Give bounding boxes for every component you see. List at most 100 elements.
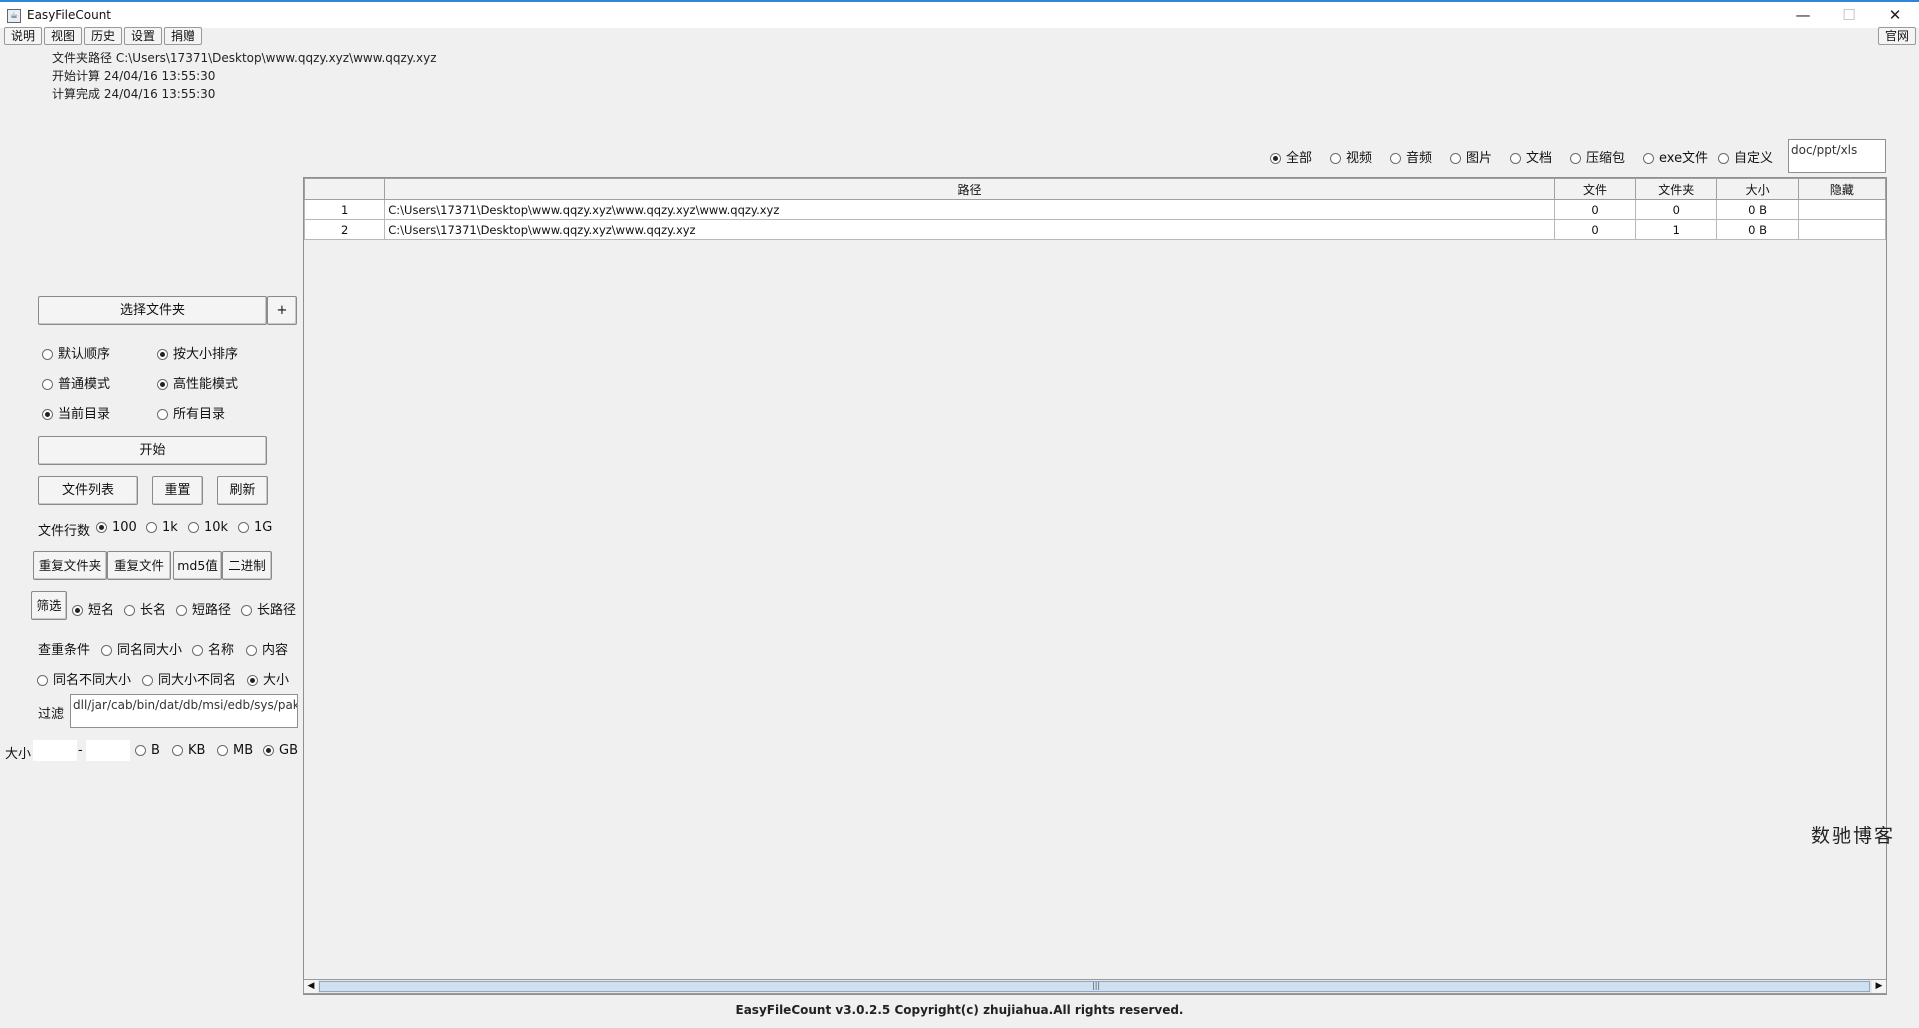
menu-view[interactable]: 视图: [44, 27, 82, 45]
radio-icon: [188, 522, 199, 533]
row-folders: 0: [1635, 199, 1718, 220]
menu-settings[interactable]: 设置: [124, 27, 162, 45]
radio-icon: [176, 605, 187, 616]
folder-path-text: 文件夹路径 C:\Users\17371\Desktop\www.qqzy.xy…: [52, 51, 437, 65]
md5-button[interactable]: md5值: [173, 551, 222, 580]
type-custom-option[interactable]: 自定义: [1718, 147, 1773, 166]
radio-icon: [192, 645, 203, 656]
radio-icon: [157, 349, 168, 360]
dir-current-option[interactable]: 当前目录: [42, 403, 110, 422]
radio-icon: [42, 409, 53, 420]
horizontal-scrollbar[interactable]: ◀ ||| ▶: [303, 979, 1887, 994]
row-path: C:\Users\17371\Desktop\www.qqzy.xyz\www.…: [384, 219, 1555, 240]
sort-default-option[interactable]: 默认顺序: [42, 343, 110, 362]
radio-icon: [142, 675, 153, 686]
table-row[interactable]: 1 C:\Users\17371\Desktop\www.qqzy.xyz\ww…: [303, 199, 1887, 220]
reset-button[interactable]: 重置: [152, 476, 203, 505]
window-title: EasyFileCount: [27, 8, 112, 22]
same-size-diff-name-option[interactable]: 同大小不同名: [142, 669, 236, 688]
short-path-option[interactable]: 短路径: [176, 599, 231, 618]
radio-icon: [217, 745, 228, 756]
table-header-row: 路径 文件 文件夹 大小 隐藏: [303, 178, 1887, 200]
type-archive-option[interactable]: 压缩包: [1570, 147, 1625, 166]
table-row[interactable]: 2 C:\Users\17371\Desktop\www.qqzy.xyz\ww…: [303, 219, 1887, 240]
row-files: 0: [1553, 219, 1637, 240]
unit-b-option[interactable]: B: [135, 743, 160, 758]
column-header-hidden[interactable]: 隐藏: [1797, 178, 1887, 200]
close-button[interactable]: ✕: [1872, 2, 1918, 28]
type-doc-option[interactable]: 文档: [1510, 147, 1552, 166]
custom-type-input[interactable]: doc/ppt/xls: [1788, 139, 1886, 173]
minimize-button[interactable]: —: [1780, 2, 1826, 28]
name-long-option[interactable]: 长名: [124, 599, 166, 618]
file-list-button[interactable]: 文件列表: [38, 476, 138, 505]
same-name-same-size-option[interactable]: 同名同大小: [101, 639, 182, 658]
maximize-button[interactable]: ☐: [1826, 2, 1872, 28]
filter-extensions-input[interactable]: dll/jar/cab/bin/dat/db/msi/edb/sys/pak/j…: [70, 694, 298, 728]
column-header-path[interactable]: 路径: [384, 178, 1555, 200]
radio-icon: [157, 409, 168, 420]
type-all-option[interactable]: 全部: [1270, 147, 1312, 166]
row-hidden: [1797, 199, 1887, 220]
name-option[interactable]: 名称: [192, 639, 234, 658]
start-button[interactable]: 开始: [38, 436, 267, 465]
size-separator: -: [78, 743, 83, 758]
scroll-right-icon[interactable]: ▶: [1872, 980, 1886, 993]
refresh-button[interactable]: 刷新: [217, 476, 268, 505]
radio-icon: [247, 675, 258, 686]
row-index: 2: [303, 219, 386, 240]
select-folder-button[interactable]: 选择文件夹: [38, 296, 267, 325]
radio-icon: [72, 605, 83, 616]
long-path-option[interactable]: 长路径: [241, 599, 296, 618]
content-option[interactable]: 内容: [246, 639, 288, 658]
name-short-option[interactable]: 短名: [72, 599, 114, 618]
radio-icon: [1570, 153, 1581, 164]
add-folder-button[interactable]: +: [267, 296, 297, 325]
duplicate-folders-button[interactable]: 重复文件夹: [33, 551, 107, 580]
type-exe-option[interactable]: exe文件: [1643, 147, 1708, 166]
watermark-text: 数驰博客: [1811, 825, 1896, 847]
row-size: 0 B: [1716, 219, 1799, 240]
size-option[interactable]: 大小: [247, 669, 289, 688]
file-rows-label: 文件行数: [38, 524, 91, 539]
grip-icon: |||: [1092, 981, 1101, 990]
rows-1g-option[interactable]: 1G: [238, 520, 272, 535]
column-header-files[interactable]: 文件: [1553, 178, 1637, 200]
unit-gb-option[interactable]: GB: [263, 743, 298, 758]
column-header-folders[interactable]: 文件夹: [1635, 178, 1718, 200]
unit-kb-option[interactable]: KB: [172, 743, 205, 758]
type-image-option[interactable]: 图片: [1450, 147, 1492, 166]
rows-1k-option[interactable]: 1k: [146, 520, 178, 535]
mode-normal-option[interactable]: 普通模式: [42, 373, 110, 392]
scroll-left-icon[interactable]: ◀: [304, 980, 318, 993]
menu-history[interactable]: 历史: [84, 27, 122, 45]
radio-icon: [1718, 153, 1729, 164]
dir-all-option[interactable]: 所有目录: [157, 403, 225, 422]
same-name-diff-size-option[interactable]: 同名不同大小: [37, 669, 131, 688]
column-header-size[interactable]: 大小: [1716, 178, 1799, 200]
column-header-index[interactable]: [303, 178, 386, 200]
duplicate-files-button[interactable]: 重复文件: [107, 551, 171, 580]
title-bar: ☕ EasyFileCount — ☐ ✕: [0, 0, 1919, 28]
type-audio-option[interactable]: 音频: [1390, 147, 1432, 166]
menu-donate[interactable]: 捐赠: [164, 27, 202, 45]
radio-icon: [42, 349, 53, 360]
unit-mb-option[interactable]: MB: [217, 743, 253, 758]
rows-10k-option[interactable]: 10k: [188, 520, 228, 535]
type-video-option[interactable]: 视频: [1330, 147, 1372, 166]
size-min-input[interactable]: [33, 740, 77, 761]
rows-100-option[interactable]: 100: [96, 520, 137, 535]
official-site-button[interactable]: 官网: [1878, 27, 1916, 45]
filter-label: 过滤: [38, 707, 65, 722]
size-max-input[interactable]: [86, 740, 130, 761]
results-table: 路径 文件 文件夹 大小 隐藏 1 C:\Users\17371\Desktop…: [303, 178, 1887, 240]
radio-icon: [135, 745, 146, 756]
mode-high-performance-option[interactable]: 高性能模式: [157, 373, 238, 392]
menu-help[interactable]: 说明: [4, 27, 42, 45]
sort-size-option[interactable]: 按大小排序: [157, 343, 238, 362]
binary-button[interactable]: 二进制: [222, 551, 272, 580]
start-time-text: 开始计算 24/04/16 13:55:30: [52, 69, 216, 83]
row-path: C:\Users\17371\Desktop\www.qqzy.xyz\www.…: [384, 199, 1555, 220]
filter-button[interactable]: 筛选: [31, 591, 67, 620]
radio-icon: [37, 675, 48, 686]
